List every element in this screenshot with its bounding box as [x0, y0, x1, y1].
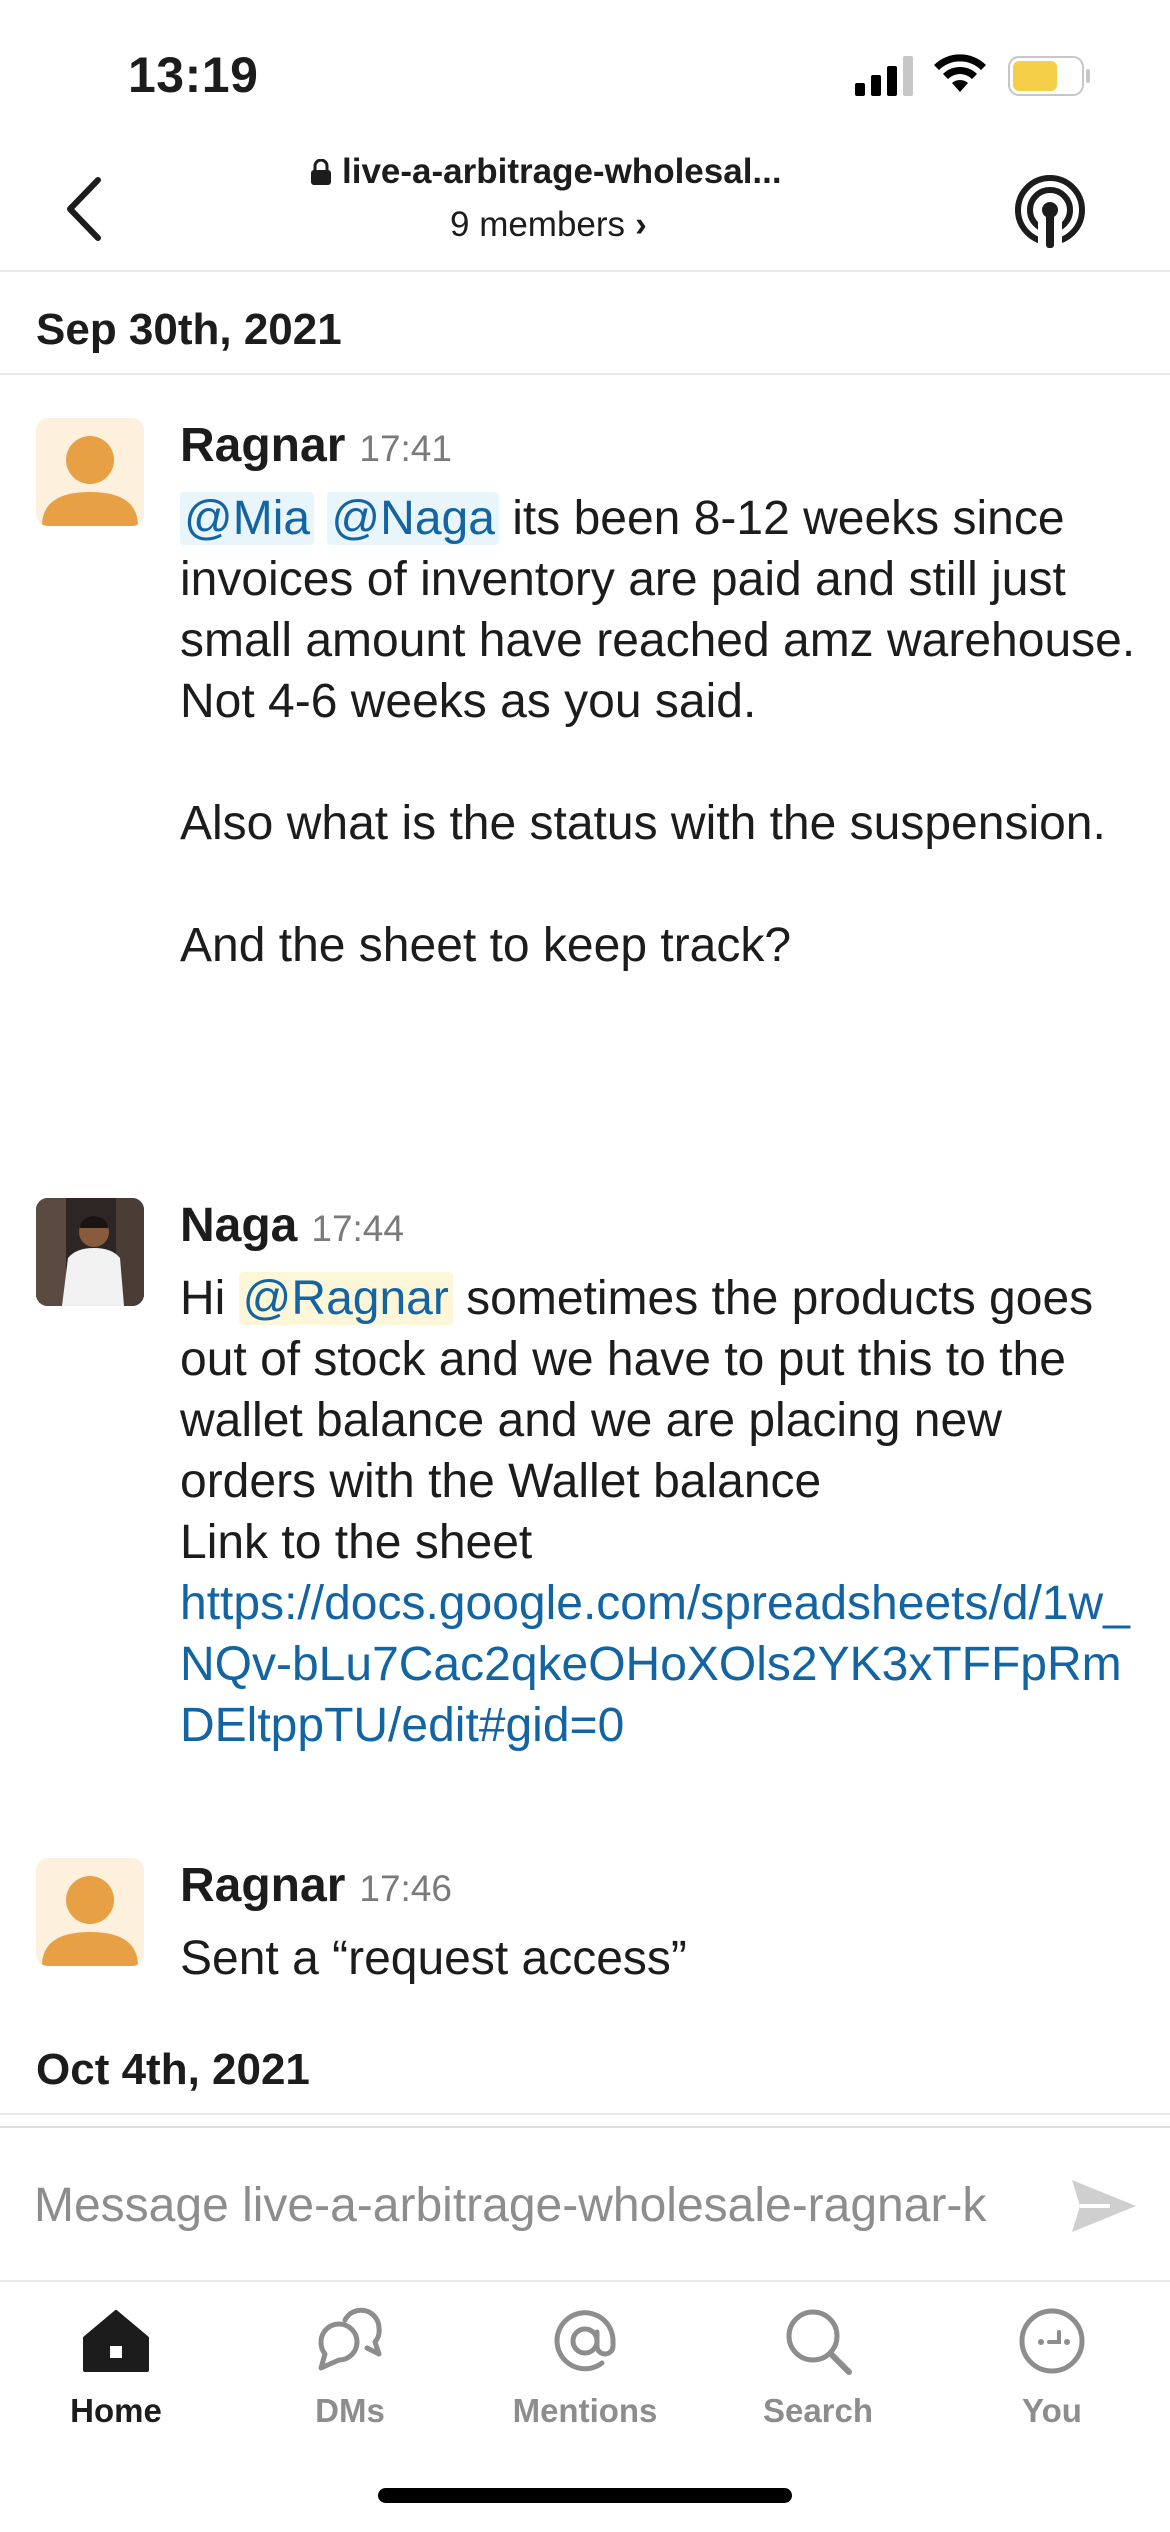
channel-title[interactable]: live-a-arbitrage-wholesal... — [310, 152, 830, 192]
cellular-signal-icon — [855, 56, 913, 96]
mention-tag[interactable]: @Mia — [180, 492, 315, 545]
message-text-part: Hi — [180, 1272, 239, 1325]
members-count: 9 members — [450, 205, 626, 244]
author-name[interactable]: Naga — [180, 1198, 297, 1253]
message-time: 17:44 — [311, 1208, 404, 1249]
date-label: Sep 30th, 2021 — [36, 305, 342, 354]
date-divider: Sep 30th, 2021 — [0, 275, 1170, 375]
message-text: And the sheet to keep track? — [180, 919, 792, 972]
date-label: Oct 4th, 2021 — [36, 2045, 310, 2094]
tab-label: DMs — [315, 2392, 385, 2429]
lock-icon — [311, 159, 331, 185]
tab-label: You — [1022, 2392, 1082, 2429]
message-text: Hi @Ragnar sometimes the products goes o… — [180, 1268, 1140, 1512]
author-name[interactable]: Ragnar — [180, 418, 345, 473]
battery-icon — [1008, 56, 1090, 96]
message-time: 17:41 — [359, 428, 452, 469]
message-body: Ragnar 17:41 @Mia @Naga its been 8-12 we… — [180, 418, 1140, 976]
tab-search[interactable]: Search — [718, 2302, 918, 2462]
avatar[interactable] — [36, 418, 144, 526]
author-name[interactable]: Ragnar — [180, 1858, 345, 1913]
huddle-headphones-icon[interactable] — [1012, 174, 1088, 250]
home-indicator — [378, 2488, 792, 2503]
tab-you[interactable]: You — [952, 2302, 1152, 2462]
message-text: Sent a “request access” — [180, 1932, 687, 1985]
message-text: Also what is the status with the suspens… — [180, 797, 1106, 850]
mention-tag[interactable]: @Naga — [327, 492, 499, 545]
message-text: @Mia @Naga its been 8-12 weeks since inv… — [180, 488, 1140, 732]
message-header: Ragnar 17:41 — [180, 418, 1140, 488]
message-body: Naga 17:44 Hi @Ragnar sometimes the prod… — [180, 1198, 1140, 1756]
message-time: 17:46 — [359, 1868, 452, 1909]
channel-header: live-a-arbitrage-wholesal... 9 members › — [0, 130, 1170, 272]
tab-label: Search — [762, 2392, 874, 2429]
message-header: Ragnar 17:46 — [180, 1858, 1140, 1928]
send-icon[interactable] — [1070, 2176, 1138, 2236]
date-divider: Oct 4th, 2021 — [0, 2015, 1170, 2115]
at-sign-icon — [554, 2310, 616, 2372]
avatar[interactable] — [36, 1198, 144, 1306]
tab-home[interactable]: Home — [16, 2302, 216, 2462]
user-photo-icon — [36, 1198, 144, 1306]
message-header: Naga 17:44 — [180, 1198, 1140, 1268]
status-time: 13:19 — [128, 47, 259, 103]
tab-label: Home — [70, 2392, 162, 2429]
default-user-icon — [42, 1876, 138, 1966]
mention-tag[interactable]: @Ragnar — [238, 1272, 453, 1325]
channel-name: live-a-arbitrage-wholesal... — [342, 152, 782, 191]
avatar[interactable] — [36, 1858, 144, 1966]
dms-chat-icon — [318, 2307, 382, 2371]
search-icon — [786, 2309, 852, 2375]
back-chevron-icon[interactable] — [56, 174, 116, 244]
message-text-part: its been 8-12 weeks since invoices of in… — [180, 492, 1149, 728]
tab-label: Mentions — [512, 2392, 658, 2429]
wifi-icon — [934, 54, 986, 92]
message-input[interactable]: Message live-a-arbitrage-wholesale-ragna… — [34, 2178, 1034, 2233]
chevron-right-icon: › — [635, 205, 647, 244]
profile-status-icon — [1019, 2308, 1085, 2374]
members-link[interactable]: 9 members › — [450, 205, 647, 245]
default-user-icon — [42, 436, 138, 526]
tab-dms[interactable]: DMs — [250, 2302, 450, 2462]
message-body: Ragnar 17:46 Sent a “request access” — [180, 1858, 1140, 1989]
status-bar: 13:19 — [0, 0, 1170, 130]
message-composer: Message live-a-arbitrage-wholesale-ragna… — [0, 2126, 1170, 2281]
tab-mentions[interactable]: Mentions — [485, 2302, 685, 2462]
sheet-link[interactable]: https://docs.google.com/spreadsheets/d/1… — [180, 1573, 1140, 1756]
home-icon — [83, 2310, 149, 2372]
message-text: Link to the sheet — [180, 1516, 533, 1569]
